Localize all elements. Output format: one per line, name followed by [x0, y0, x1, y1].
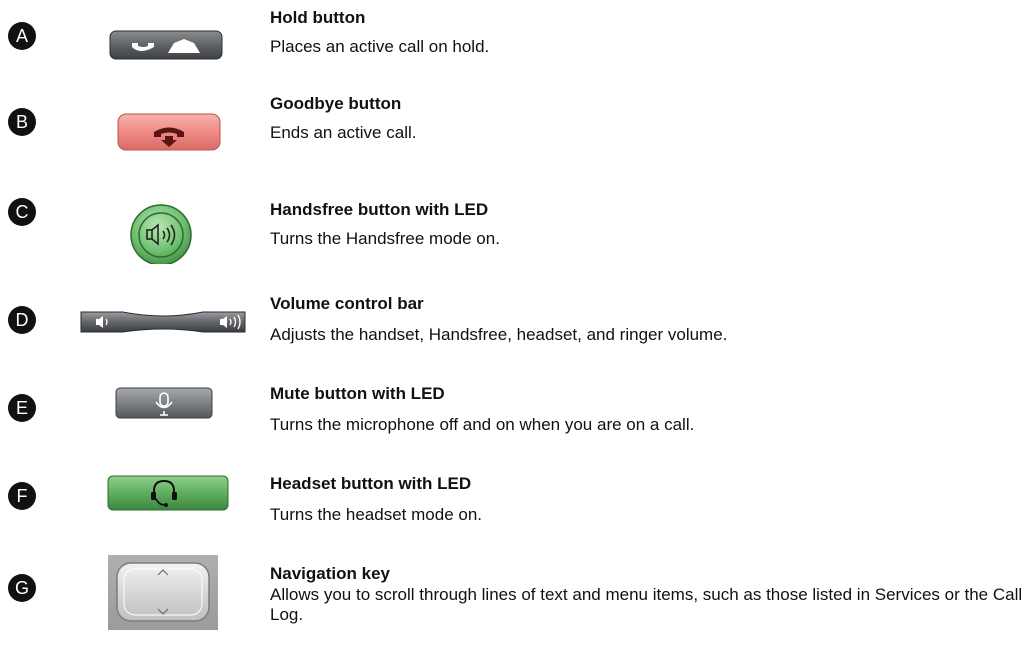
volume-bar-icon	[80, 311, 246, 333]
item-description: Adjusts the handset, Handsfree, headset,…	[270, 325, 728, 344]
handsfree-button-image	[70, 194, 255, 264]
label-badge: B	[8, 108, 36, 136]
navigation-key-icon	[108, 555, 218, 630]
goodbye-icon	[117, 113, 221, 151]
navigation-key-image	[108, 555, 218, 630]
legend-row-g: G Navigation key Allows you to scroll th…	[0, 554, 1034, 645]
volume-bar-image	[78, 302, 253, 342]
label-badge: E	[8, 394, 36, 422]
legend-row-c: C Handsfree button with LED Turns the Ha…	[0, 194, 1034, 274]
item-title: Mute button with LED	[270, 384, 445, 403]
legend-row-b: B Goodbye button Ends an active call.	[0, 94, 1034, 174]
item-description: Ends an active call.	[270, 123, 417, 142]
hold-button-image	[70, 16, 255, 76]
item-title: Hold button	[270, 8, 366, 27]
label-badge: F	[8, 482, 36, 510]
item-description: Allows you to scroll through lines of te…	[270, 585, 1023, 624]
legend-row-e: E Mute button with LED Turns the microph…	[0, 374, 1034, 454]
legend-row-f: F Headset button with LED Turns the head…	[0, 462, 1034, 542]
legend-row-d: D Volume control bar Adjusts the handset…	[0, 282, 1034, 362]
label-badge: C	[8, 198, 36, 226]
item-title: Headset button with LED	[270, 474, 472, 493]
goodbye-button-image	[70, 102, 255, 162]
hold-icon	[109, 30, 223, 60]
item-description: Turns the microphone off and on when you…	[270, 415, 695, 434]
item-description: Turns the headset mode on.	[270, 505, 483, 524]
speaker-icon	[130, 204, 192, 264]
item-title: Volume control bar	[270, 294, 424, 313]
label-badge: G	[8, 574, 36, 602]
item-description: Places an active call on hold.	[270, 37, 490, 56]
legend-row-a: A Hold button Places an active call on h…	[0, 8, 1034, 88]
mute-button-image	[70, 380, 255, 440]
item-title: Handsfree button with LED	[270, 200, 489, 219]
label-badge: D	[8, 306, 36, 334]
item-description: Turns the Handsfree mode on.	[270, 229, 500, 248]
headset-icon	[107, 475, 229, 511]
microphone-icon	[115, 387, 213, 419]
label-badge: A	[8, 22, 36, 50]
item-title: Navigation key	[270, 564, 390, 583]
headset-button-image	[70, 470, 255, 530]
item-title: Goodbye button	[270, 94, 402, 113]
